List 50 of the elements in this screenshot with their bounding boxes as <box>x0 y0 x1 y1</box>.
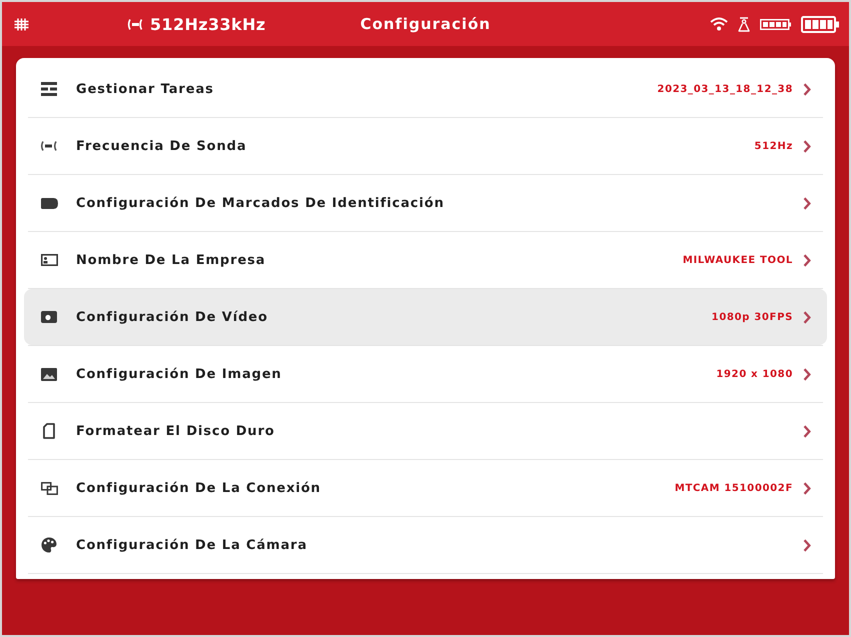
setting-value: 1920 x 1080 <box>716 368 793 380</box>
chevron-right-icon <box>803 196 811 210</box>
setting-label: Configuración De La Cámara <box>76 538 308 552</box>
battery-icon <box>801 16 839 32</box>
probe-icon <box>40 141 58 151</box>
settings-row[interactable]: Nombre De La Empresa MILWAUKEE TOOL <box>24 232 827 288</box>
chevron-right-icon <box>803 140 811 152</box>
settings-row[interactable]: Configuración De La Cámara <box>24 517 827 573</box>
battery-icon <box>760 18 791 30</box>
chevron-right-icon <box>803 482 811 494</box>
overlapping-squares-icon <box>40 482 58 494</box>
weight-icon <box>738 16 750 32</box>
setting-label: Configuración De Imagen <box>76 366 283 382</box>
setting-label: Configuración De Marcados De Identificación <box>76 196 446 210</box>
setting-label: Gestionar Tareas <box>76 82 215 96</box>
setting-value: 1080p 30FPS <box>712 312 793 322</box>
setting-value: MILWAUKEE TOOL <box>682 254 793 266</box>
settings-row[interactable]: Configuración De Imagen 1920 x 1080 <box>24 346 827 402</box>
chevron-right-icon <box>803 82 811 96</box>
grid-icon <box>14 18 29 30</box>
image-icon <box>41 368 57 380</box>
frequency-range: 512Hz33kHz <box>150 14 266 34</box>
setting-label: Configuración De Vídeo <box>76 310 269 324</box>
setting-value: 2023_03_13_18_12_38 <box>657 84 793 94</box>
palette-icon <box>41 537 57 553</box>
tag-icon <box>40 198 58 208</box>
settings-row[interactable]: Configuración De La Conexión MTCAM 15100002F <box>24 460 827 516</box>
chevron-right-icon <box>803 310 811 324</box>
chevron-right-icon <box>803 424 811 438</box>
settings-row[interactable]: Frecuencia De Sonda 512Hz <box>24 118 827 174</box>
probe-icon <box>127 18 144 30</box>
screen-title: Configuración <box>360 15 491 33</box>
chevron-right-icon <box>803 254 811 266</box>
chevron-right-icon <box>803 538 811 552</box>
settings-row[interactable]: Configuración De Marcados De Identificación <box>24 175 827 231</box>
settings-row[interactable]: Formatear El Disco Duro <box>24 403 827 459</box>
setting-label: Frecuencia De Sonda <box>76 138 248 154</box>
id-card-icon <box>40 254 58 266</box>
setting-label: Formatear El Disco Duro <box>76 424 276 438</box>
setting-value: MTCAM 15100002F <box>674 482 793 494</box>
setting-label: Configuración De La Conexión <box>76 480 322 496</box>
setting-label: Nombre De La Empresa <box>76 252 267 268</box>
settings-row[interactable]: Gestionar Tareas 2023_03_13_18_12_38 <box>24 61 827 117</box>
sd-card-icon <box>43 423 55 439</box>
settings-row[interactable]: Configuración De Vídeo 1080p 30FPS <box>24 289 827 345</box>
wifi-icon <box>710 17 728 31</box>
chevron-right-icon <box>803 368 811 380</box>
setting-value: 512Hz <box>754 140 793 152</box>
list-icon <box>41 82 57 96</box>
camera-icon <box>41 311 57 323</box>
